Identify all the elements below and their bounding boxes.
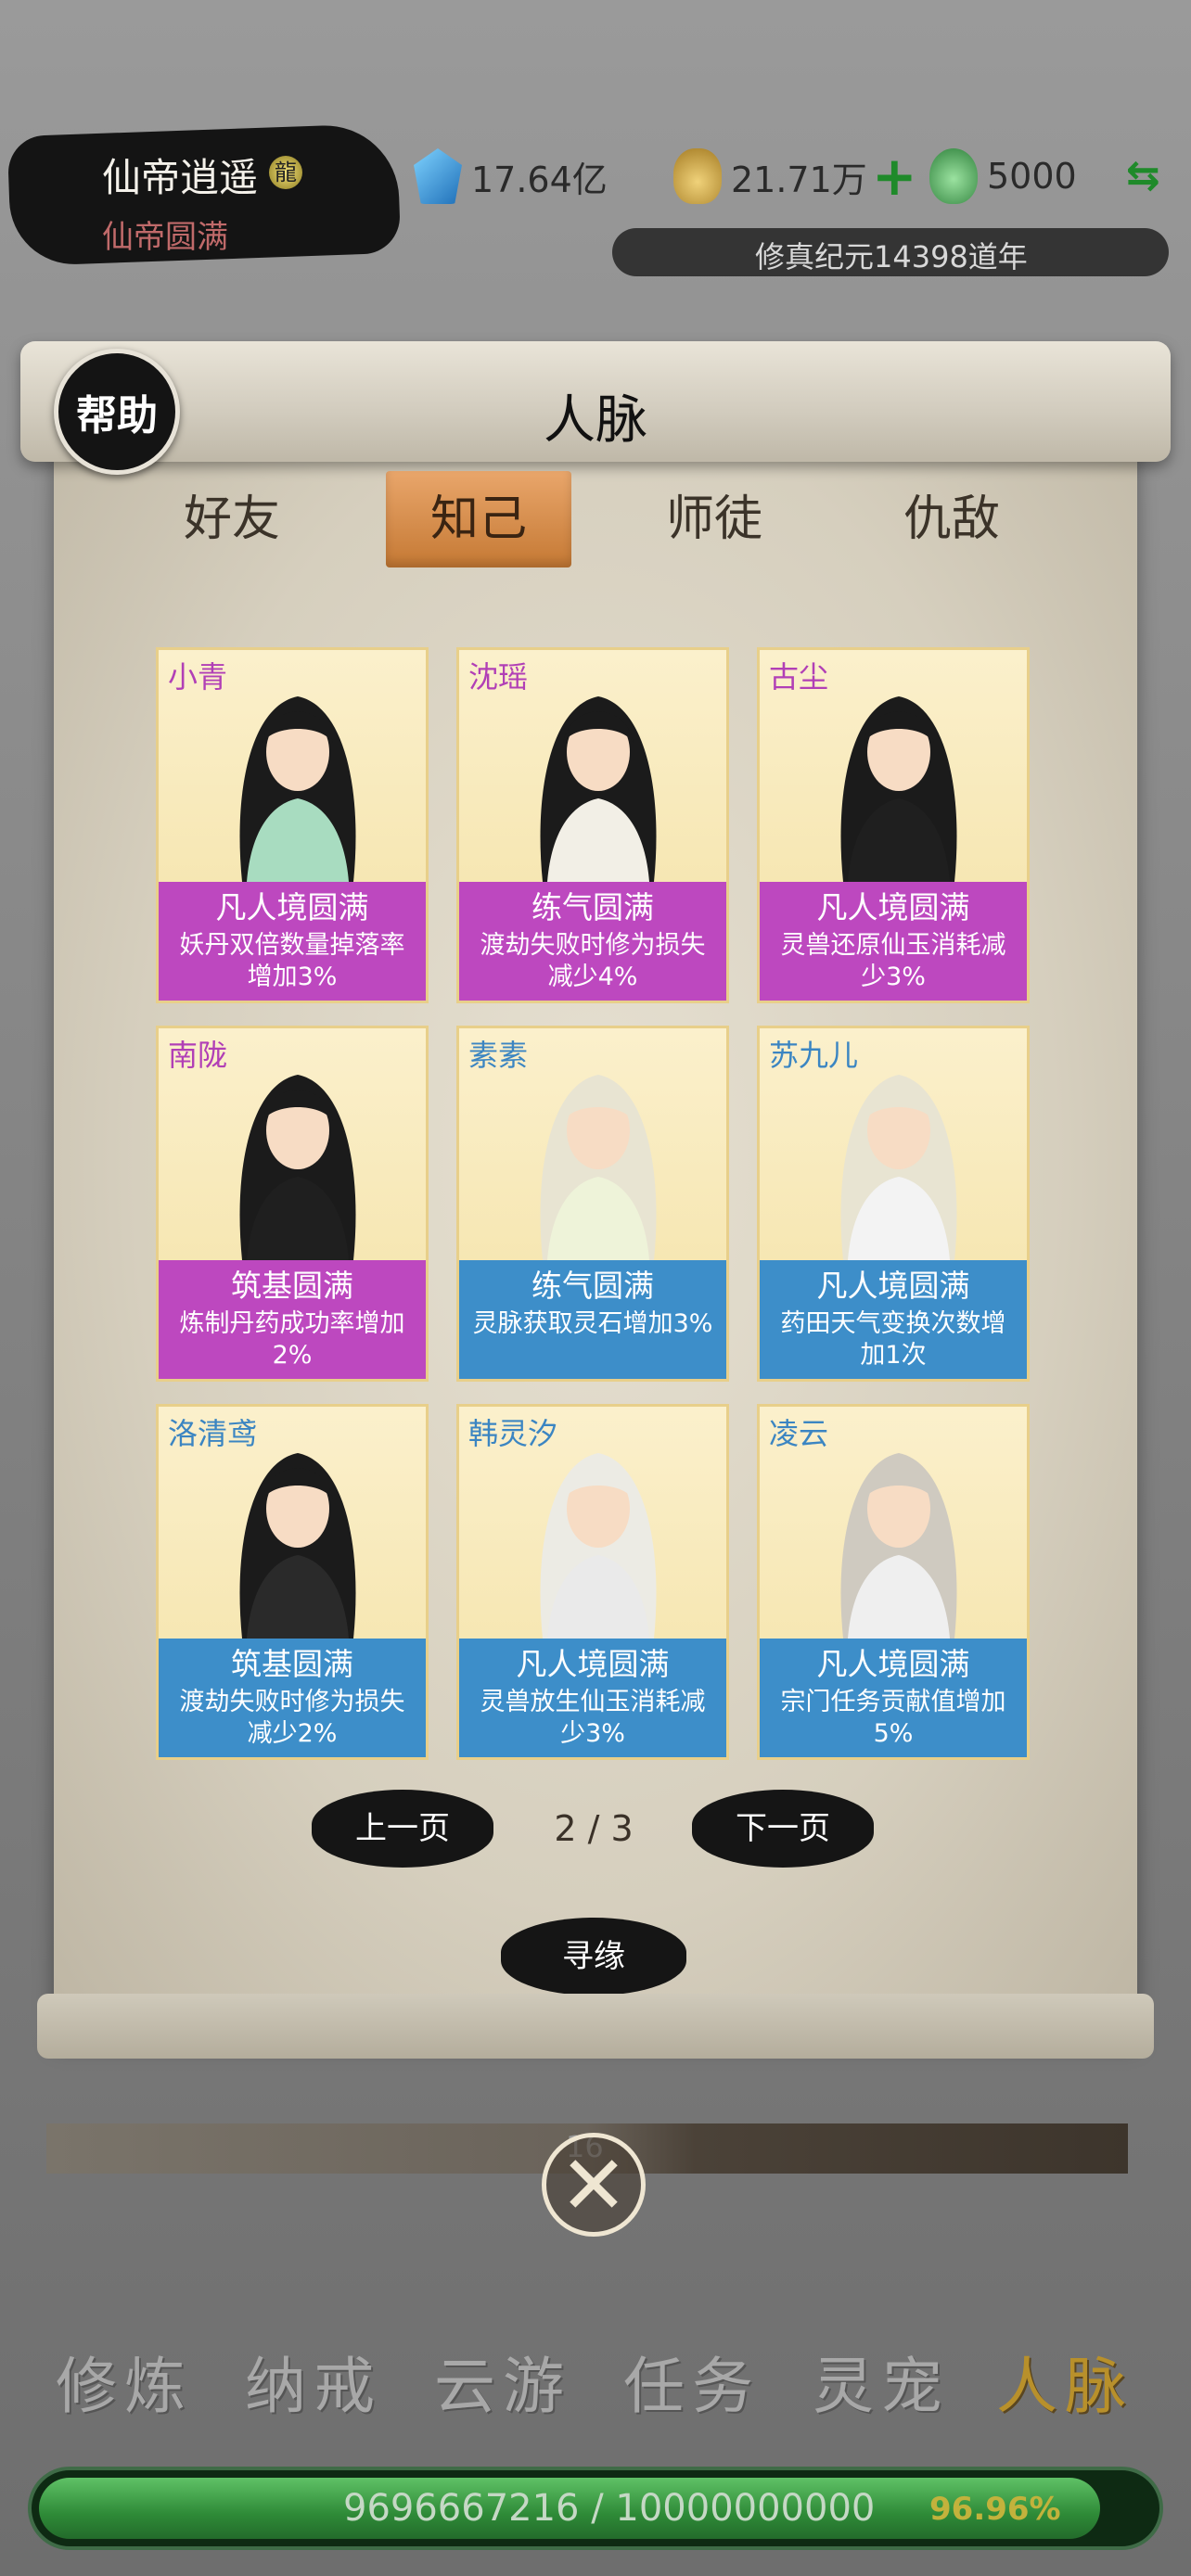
nav-cultivate[interactable]: 修炼 xyxy=(56,2337,193,2426)
jade-bag-value: 21.71万 xyxy=(731,159,867,200)
panel-title: 人脉 xyxy=(544,390,647,451)
character-bonus: 灵脉获取灵石增加3% xyxy=(472,1309,713,1338)
character-name: 古尘 xyxy=(769,659,829,695)
character-name: 凌云 xyxy=(769,1416,829,1451)
character-realm: 凡人境圆满 xyxy=(215,889,369,925)
card-info-band: 筑基圆满炼制丹药成功率增加2% xyxy=(159,1260,426,1379)
tab-enemies[interactable]: 仇敌 xyxy=(859,471,1044,567)
exp-value: 9696667216 / 10000000000 xyxy=(343,2487,876,2530)
card-info-band: 凡人境圆满灵兽放生仙玉消耗减少3% xyxy=(459,1639,726,1757)
spirit-stone-value: 17.64亿 xyxy=(471,159,608,200)
character-realm: 练气圆满 xyxy=(531,889,654,925)
character-realm: 凡人境圆满 xyxy=(816,1268,970,1304)
seek-fate-button[interactable]: 寻缘 xyxy=(501,1918,686,1996)
character-name: 苏九儿 xyxy=(769,1038,859,1073)
character-bonus: 灵兽放生仙玉消耗减少3% xyxy=(480,1688,706,1748)
card-info-band: 凡人境圆满宗门任务贡献值增加5% xyxy=(760,1639,1027,1757)
character-bonus: 宗门任务贡献值增加5% xyxy=(780,1688,1006,1748)
next-page-button[interactable]: 下一页 xyxy=(692,1790,874,1868)
nav-travel[interactable]: 云游 xyxy=(434,2337,571,2426)
confidant-card[interactable]: 古尘凡人境圆满灵兽还原仙玉消耗减少3% xyxy=(757,647,1030,1003)
character-bonus: 渡劫失败时修为损失减少4% xyxy=(480,931,706,991)
character-bonus: 渡劫失败时修为损失减少2% xyxy=(179,1688,405,1748)
confidant-card[interactable]: 韩灵汐凡人境圆满灵兽放生仙玉消耗减少3% xyxy=(456,1404,729,1760)
era-text: 修真纪元14398道年 xyxy=(755,239,1028,274)
confidant-card[interactable]: 南陇筑基圆满炼制丹药成功率增加2% xyxy=(156,1026,429,1382)
player-name: 仙帝逍遥 xyxy=(102,155,259,200)
nav-pets[interactable]: 灵宠 xyxy=(813,2337,950,2426)
character-realm: 筑基圆满 xyxy=(231,1646,353,1682)
player-realm: 仙帝圆满 xyxy=(102,219,228,256)
character-bonus: 药田天气变换次数增加1次 xyxy=(780,1309,1006,1370)
jade-counter: 5000 xyxy=(929,147,1077,206)
character-name: 素素 xyxy=(468,1038,529,1073)
character-name: 韩灵汐 xyxy=(468,1416,558,1451)
character-name: 洛清鸢 xyxy=(168,1416,258,1451)
character-bonus: 炼制丹药成功率增加2% xyxy=(179,1309,405,1370)
confidant-card[interactable]: 洛清鸢筑基圆满渡劫失败时修为损失减少2% xyxy=(156,1404,429,1760)
jade-bag-counter: 21.71万 xyxy=(673,147,867,206)
spirit-stone-icon xyxy=(414,148,462,204)
exp-percent: 96.96% xyxy=(929,2491,1061,2528)
confidant-card[interactable]: 小青凡人境圆满妖丹双倍数量掉落率增加3% xyxy=(156,647,429,1003)
prev-page-button[interactable]: 上一页 xyxy=(312,1790,493,1868)
add-currency-button[interactable]: + xyxy=(872,148,917,204)
character-name: 南陇 xyxy=(168,1038,228,1073)
character-realm: 凡人境圆满 xyxy=(816,1646,970,1682)
card-info-band: 练气圆满渡劫失败时修为损失减少4% xyxy=(459,882,726,1001)
close-button[interactable]: ✕ xyxy=(542,2133,646,2237)
spirit-stone-counter: 17.64亿 xyxy=(414,147,608,206)
character-name: 沈瑶 xyxy=(468,659,529,695)
nav-relations[interactable]: 人脉 xyxy=(996,2337,1133,2426)
confidant-card[interactable]: 素素练气圆满灵脉获取灵石增加3% xyxy=(456,1026,729,1382)
relation-tabs: 好友 知己 师徒 仇敌 xyxy=(139,471,1067,567)
character-realm: 筑基圆满 xyxy=(231,1268,353,1304)
money-bag-icon xyxy=(673,148,722,204)
card-info-band: 凡人境圆满妖丹双倍数量掉落率增加3% xyxy=(159,882,426,1001)
character-realm: 练气圆满 xyxy=(531,1268,654,1304)
character-realm: 凡人境圆满 xyxy=(516,1646,670,1682)
confidant-card[interactable]: 苏九儿凡人境圆满药田天气变换次数增加1次 xyxy=(757,1026,1030,1382)
dragon-badge-icon: 龍 xyxy=(269,156,302,189)
character-name: 小青 xyxy=(168,659,228,695)
tab-friends[interactable]: 好友 xyxy=(139,471,325,567)
character-bonus: 妖丹双倍数量掉落率增加3% xyxy=(179,931,405,991)
nav-tasks[interactable]: 任务 xyxy=(623,2337,761,2426)
character-realm: 凡人境圆满 xyxy=(816,889,970,925)
tab-master-disciple[interactable]: 师徒 xyxy=(621,471,807,567)
card-info-band: 筑基圆满渡劫失败时修为损失减少2% xyxy=(159,1639,426,1757)
nav-ring[interactable]: 纳戒 xyxy=(245,2337,382,2426)
exchange-icon[interactable]: ⇆ xyxy=(1126,152,1160,199)
jade-icon xyxy=(929,148,978,204)
tab-confidants[interactable]: 知己 xyxy=(386,471,571,567)
card-info-band: 凡人境圆满灵兽还原仙玉消耗减少3% xyxy=(760,882,1027,1001)
close-icon: ✕ xyxy=(559,2136,628,2233)
confidant-card[interactable]: 沈瑶练气圆满渡劫失败时修为损失减少4% xyxy=(456,647,729,1003)
confidant-card[interactable]: 凌云凡人境圆满宗门任务贡献值增加5% xyxy=(757,1404,1030,1760)
card-info-band: 凡人境圆满药田天气变换次数增加1次 xyxy=(760,1260,1027,1379)
scroll-bottom-roller xyxy=(37,1994,1154,2059)
jade-value: 5000 xyxy=(987,156,1077,197)
character-bonus: 灵兽还原仙玉消耗减少3% xyxy=(780,931,1006,991)
page-indicator: 2 / 3 xyxy=(554,1808,634,1849)
card-info-band: 练气圆满灵脉获取灵石增加3% xyxy=(459,1260,726,1379)
